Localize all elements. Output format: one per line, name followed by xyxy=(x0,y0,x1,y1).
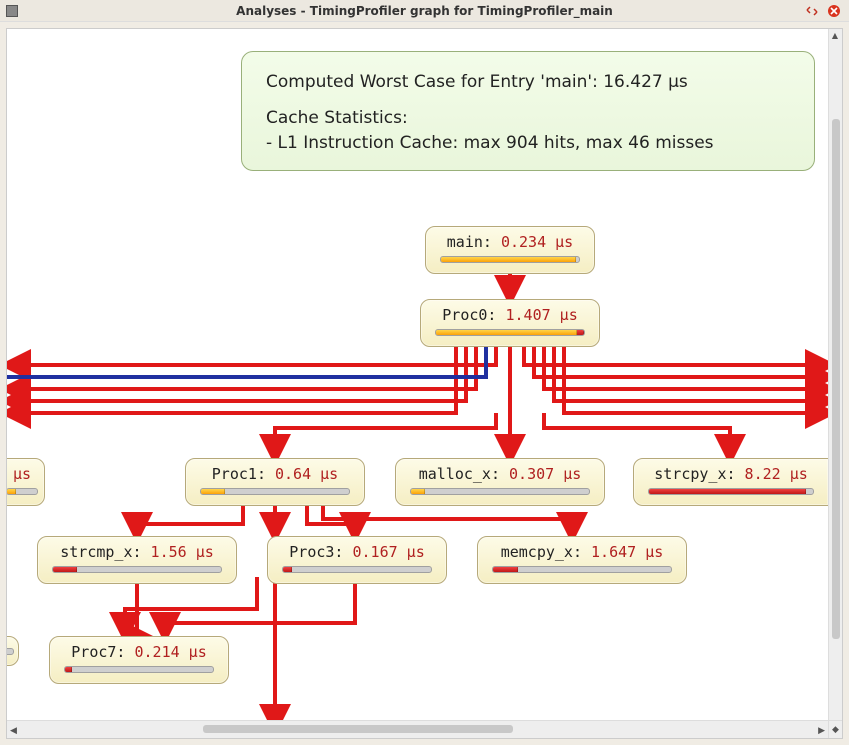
stats-cache-heading: Cache Statistics: xyxy=(266,106,790,132)
node-time: 0.167 µs xyxy=(352,543,424,561)
node-time: 1.56 µs xyxy=(151,543,214,561)
node-main[interactable]: main: 0.234 µs xyxy=(425,226,595,274)
node-time: 0.234 µs xyxy=(501,233,573,251)
vertical-scroll-thumb[interactable] xyxy=(832,119,840,639)
stats-worst-case: Computed Worst Case for Entry 'main': 16… xyxy=(266,70,790,96)
node-time: 1.407 µs xyxy=(505,306,577,324)
horizontal-scroll-thumb[interactable] xyxy=(203,725,513,733)
vertical-scrollbar[interactable]: ▲ xyxy=(828,29,842,720)
node-bar xyxy=(64,666,214,673)
node-memcpyx[interactable]: memcpy_x: 1.647 µs xyxy=(477,536,687,584)
node-bar xyxy=(52,566,222,573)
node-proc1[interactable]: Proc1: 0.64 µs xyxy=(185,458,365,506)
node-name: malloc_x xyxy=(419,465,491,483)
scroll-left-icon[interactable]: ◀ xyxy=(10,726,17,736)
node-bar xyxy=(7,648,14,655)
node-cut-left[interactable]: µs xyxy=(7,458,45,506)
node-proc0[interactable]: Proc0: 1.407 µs xyxy=(420,299,600,347)
node-name: main xyxy=(447,233,483,251)
node-name: Proc3 xyxy=(289,543,334,561)
node-time: 0.307 µs xyxy=(509,465,581,483)
node-time: 1.647 µs xyxy=(591,543,663,561)
client-area: Computed Worst Case for Entry 'main': 16… xyxy=(0,22,849,745)
call-graph[interactable]: Computed Worst Case for Entry 'main': 16… xyxy=(7,29,828,720)
node-bar xyxy=(200,488,350,495)
resize-grip-icon[interactable]: ◆ xyxy=(828,720,842,738)
node-bar xyxy=(435,329,585,336)
node-time: 0.64 µs xyxy=(275,465,338,483)
node-bar xyxy=(282,566,432,573)
node-bar xyxy=(7,488,38,495)
app-window: Analyses - TimingProfiler graph for Timi… xyxy=(0,0,849,745)
node-strcmpx[interactable]: strcmp_x: 1.56 µs xyxy=(37,536,237,584)
node-bar xyxy=(410,488,590,495)
window-buttons xyxy=(805,4,841,18)
node-mallocx[interactable]: malloc_x: 0.307 µs xyxy=(395,458,605,506)
close-icon[interactable] xyxy=(827,4,841,18)
node-proc3[interactable]: Proc3: 0.167 µs xyxy=(267,536,447,584)
node-name: Proc1 xyxy=(212,465,257,483)
stats-panel: Computed Worst Case for Entry 'main': 16… xyxy=(241,51,815,171)
node-name: Proc0 xyxy=(442,306,487,324)
node-bar xyxy=(648,488,814,495)
window-title: Analyses - TimingProfiler graph for Timi… xyxy=(0,4,849,18)
graph-canvas: Computed Worst Case for Entry 'main': 16… xyxy=(6,28,843,739)
node-name: memcpy_x xyxy=(501,543,573,561)
scroll-right-icon[interactable]: ▶ xyxy=(818,726,825,736)
node-time: 0.214 µs xyxy=(134,643,206,661)
node-cut-bottom-left[interactable] xyxy=(7,636,19,666)
node-name: strcpy_x xyxy=(654,465,726,483)
node-name: Proc7 xyxy=(71,643,116,661)
stats-cache-l1: - L1 Instruction Cache: max 904 hits, ma… xyxy=(266,131,790,157)
node-bar xyxy=(440,256,580,263)
maximize-icon[interactable] xyxy=(805,4,819,18)
scroll-up-icon[interactable]: ▲ xyxy=(830,31,840,41)
node-bar xyxy=(492,566,672,573)
titlebar[interactable]: Analyses - TimingProfiler graph for Timi… xyxy=(0,0,849,22)
horizontal-scrollbar[interactable]: ◀ ▶ xyxy=(7,720,828,738)
node-name: strcmp_x xyxy=(60,543,132,561)
node-time: 8.22 µs xyxy=(745,465,808,483)
node-time: µs xyxy=(13,465,31,483)
node-strcpyx[interactable]: strcpy_x: 8.22 µs xyxy=(633,458,828,506)
node-proc7[interactable]: Proc7: 0.214 µs xyxy=(49,636,229,684)
